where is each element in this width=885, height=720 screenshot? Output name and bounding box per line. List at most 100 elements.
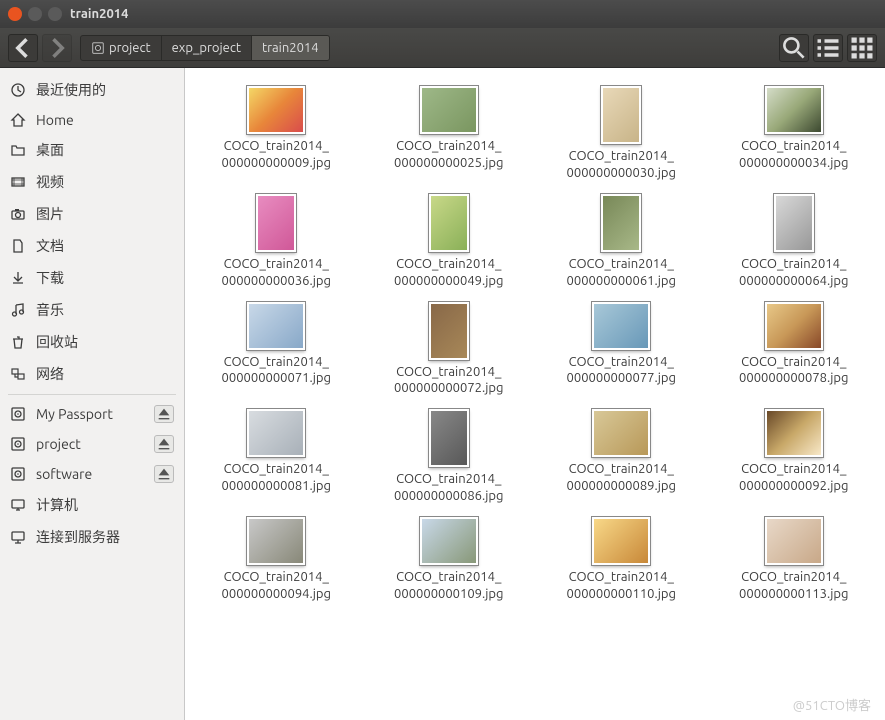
image-thumbnail [765,409,823,457]
file-name: COCO_train2014_000000000025.jpg [394,138,503,172]
breadcrumb: project exp_projecttrain2014 [80,35,330,61]
forward-button[interactable] [42,34,72,62]
image-thumbnail [592,409,650,457]
file-item[interactable]: COCO_train2014_000000000078.jpg [711,298,878,402]
file-item[interactable]: COCO_train2014_000000000036.jpg [193,190,360,294]
sidebar-item[interactable]: software [0,459,184,489]
file-item[interactable]: COCO_train2014_000000000025.jpg [366,82,533,186]
sidebar-item[interactable]: 图片 [0,198,184,230]
sidebar: 最近使用的 Home 桌面视频图片文档下载音乐回收站网络 My Passport pro… [0,68,185,720]
eject-icon [156,406,172,422]
image-thumbnail [429,409,469,467]
sidebar-item[interactable]: 连接到服务器 [0,521,184,553]
sidebar-label: Home [36,112,174,128]
image-thumbnail [592,517,650,565]
file-item[interactable]: COCO_train2014_000000000092.jpg [711,405,878,509]
main: 最近使用的 Home 桌面视频图片文档下载音乐回收站网络 My Passport pro… [0,68,885,720]
file-name: COCO_train2014_000000000077.jpg [567,354,676,388]
file-name: COCO_train2014_000000000009.jpg [222,138,331,172]
file-name: COCO_train2014_000000000109.jpg [394,569,503,603]
file-item[interactable]: COCO_train2014_000000000030.jpg [538,82,705,186]
maximize-button[interactable] [48,7,62,21]
file-item[interactable]: COCO_train2014_000000000049.jpg [366,190,533,294]
sidebar-item[interactable]: Home [0,106,184,134]
sidebar-item[interactable]: 桌面 [0,134,184,166]
file-item[interactable]: COCO_train2014_000000000089.jpg [538,405,705,509]
sidebar-label: 下载 [36,268,174,288]
sidebar-item[interactable]: 文档 [0,230,184,262]
sidebar-item[interactable]: 回收站 [0,326,184,358]
sidebar-label: 回收站 [36,332,174,352]
content-area[interactable]: COCO_train2014_000000000009.jpg COCO_trai… [185,68,885,720]
chevron-right-icon [43,34,71,62]
image-thumbnail [247,86,305,134]
image-thumbnail [765,302,823,350]
eject-button[interactable] [154,435,174,453]
computer-icon [10,497,26,513]
sidebar-item[interactable]: 计算机 [0,489,184,521]
minimize-button[interactable] [28,7,42,21]
watermark: @51CTO博客 [793,695,871,714]
list-view-button[interactable] [813,34,843,62]
breadcrumb-item[interactable]: train2014 [252,36,329,60]
file-name: COCO_train2014_000000000113.jpg [739,569,848,603]
window-controls [8,7,62,21]
sidebar-label: 连接到服务器 [36,527,174,547]
clock-icon [10,82,26,98]
image-thumbnail [429,302,469,360]
breadcrumb-label: project [109,41,151,55]
eject-button[interactable] [154,465,174,483]
image-thumbnail [429,194,469,252]
window-title: train2014 [70,7,128,21]
search-icon [780,34,808,62]
file-item[interactable]: COCO_train2014_000000000086.jpg [366,405,533,509]
disk-icon [10,436,26,452]
breadcrumb-item[interactable]: project [81,36,162,60]
search-button[interactable] [779,34,809,62]
file-name: COCO_train2014_000000000036.jpg [222,256,331,290]
file-item[interactable]: COCO_train2014_000000000072.jpg [366,298,533,402]
sidebar-label: project [36,436,144,452]
sidebar-item[interactable]: My Passport [0,399,184,429]
file-item[interactable]: COCO_train2014_000000000009.jpg [193,82,360,186]
sidebar-item[interactable]: 网络 [0,358,184,390]
camera-icon [10,206,26,222]
close-button[interactable] [8,7,22,21]
video-icon [10,174,26,190]
file-item[interactable]: COCO_train2014_000000000113.jpg [711,513,878,607]
sidebar-item[interactable]: 最近使用的 [0,74,184,106]
sidebar-item[interactable]: 下载 [0,262,184,294]
file-item[interactable]: COCO_train2014_000000000071.jpg [193,298,360,402]
grid-view-icon [848,34,876,62]
file-grid: COCO_train2014_000000000009.jpg COCO_trai… [193,82,877,607]
breadcrumb-item[interactable]: exp_project [162,36,252,60]
sidebar-label: 网络 [36,364,174,384]
sidebar-label: My Passport [36,406,144,422]
file-item[interactable]: COCO_train2014_000000000109.jpg [366,513,533,607]
file-name: COCO_train2014_000000000086.jpg [394,471,503,505]
image-thumbnail [256,194,296,252]
file-name: COCO_train2014_000000000078.jpg [739,354,848,388]
sidebar-label: 图片 [36,204,174,224]
eject-button[interactable] [154,405,174,423]
file-item[interactable]: COCO_train2014_000000000061.jpg [538,190,705,294]
file-item[interactable]: COCO_train2014_000000000034.jpg [711,82,878,186]
file-item[interactable]: COCO_train2014_000000000077.jpg [538,298,705,402]
sidebar-label: 最近使用的 [36,80,174,100]
document-icon [10,238,26,254]
file-item[interactable]: COCO_train2014_000000000094.jpg [193,513,360,607]
file-name: COCO_train2014_000000000094.jpg [222,569,331,603]
file-name: COCO_train2014_000000000061.jpg [567,256,676,290]
file-item[interactable]: COCO_train2014_000000000081.jpg [193,405,360,509]
sidebar-item[interactable]: project [0,429,184,459]
file-name: COCO_train2014_000000000081.jpg [222,461,331,495]
image-thumbnail [601,86,641,144]
eject-icon [156,466,172,482]
file-item[interactable]: COCO_train2014_000000000110.jpg [538,513,705,607]
back-button[interactable] [8,34,38,62]
sidebar-item[interactable]: 视频 [0,166,184,198]
grid-view-button[interactable] [847,34,877,62]
sidebar-item[interactable]: 音乐 [0,294,184,326]
trash-icon [10,334,26,350]
file-item[interactable]: COCO_train2014_000000000064.jpg [711,190,878,294]
